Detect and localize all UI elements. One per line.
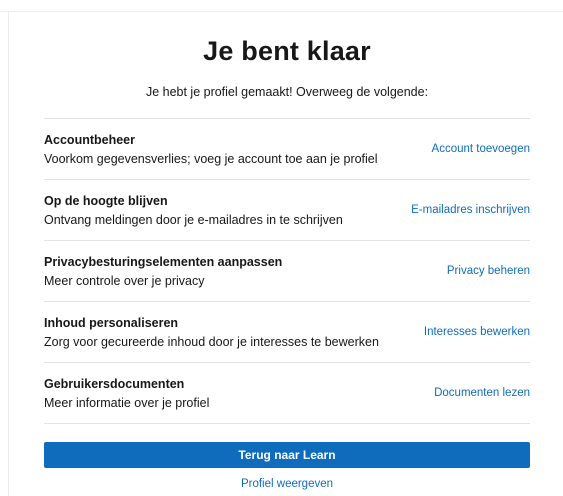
- list-item-texts: Accountbeheer Voorkom gegevensverlies; v…: [44, 133, 378, 166]
- list-item-account: Accountbeheer Voorkom gegevensverlies; v…: [44, 119, 530, 180]
- suggestion-list: Accountbeheer Voorkom gegevensverlies; v…: [44, 118, 530, 424]
- list-item-description: Voorkom gegevensverlies; voeg je account…: [44, 151, 378, 166]
- list-item-description: Zorg voor gecureerde inhoud door je inte…: [44, 334, 379, 349]
- list-item-documents: Gebruikersdocumenten Meer informatie ove…: [44, 363, 530, 424]
- back-to-learn-button[interactable]: Terug naar Learn: [44, 442, 530, 468]
- list-item-description: Meer informatie over je profiel: [44, 395, 210, 410]
- list-item-texts: Op de hoogte blijven Ontvang meldingen d…: [44, 194, 343, 227]
- list-item-heading: Privacybesturingselementen aanpassen: [44, 254, 283, 269]
- list-item-texts: Inhoud personaliseren Zorg voor gecureer…: [44, 316, 379, 349]
- completion-panel: Je bent klaar Je hebt je profiel gemaakt…: [44, 12, 530, 490]
- edit-interests-link[interactable]: Interesses bewerken: [424, 326, 530, 338]
- list-item-description: Ontvang meldingen door je e-mailadres in…: [44, 212, 343, 227]
- list-item-heading: Op de hoogte blijven: [44, 193, 168, 208]
- list-item-privacy: Privacybesturingselementen aanpassen Mee…: [44, 241, 530, 302]
- list-item-description: Meer controle over je privacy: [44, 273, 205, 288]
- list-item-heading: Inhoud personaliseren: [44, 315, 179, 330]
- page-subtitle: Je hebt je profiel gemaakt! Overweeg de …: [145, 85, 429, 99]
- add-account-link[interactable]: Account toevoegen: [432, 143, 530, 155]
- list-item-texts: Gebruikersdocumenten Meer informatie ove…: [44, 377, 209, 410]
- left-border: [8, 12, 9, 496]
- manage-privacy-link[interactable]: Privacy beheren: [447, 265, 530, 277]
- list-item-heading: Gebruikersdocumenten: [44, 376, 185, 391]
- subscribe-email-link[interactable]: E-mailadres inschrijven: [411, 204, 530, 216]
- read-documents-link[interactable]: Documenten lezen: [434, 387, 530, 399]
- list-item-heading: Accountbeheer: [44, 132, 135, 147]
- view-profile-link[interactable]: Profiel weergeven: [44, 478, 530, 490]
- list-item-stay-informed: Op de hoogte blijven Ontvang meldingen d…: [44, 180, 530, 241]
- list-item-texts: Privacybesturingselementen aanpassen Mee…: [44, 255, 282, 288]
- page-title: Je bent klaar: [203, 36, 371, 66]
- list-item-personalize: Inhoud personaliseren Zorg voor gecureer…: [44, 302, 530, 363]
